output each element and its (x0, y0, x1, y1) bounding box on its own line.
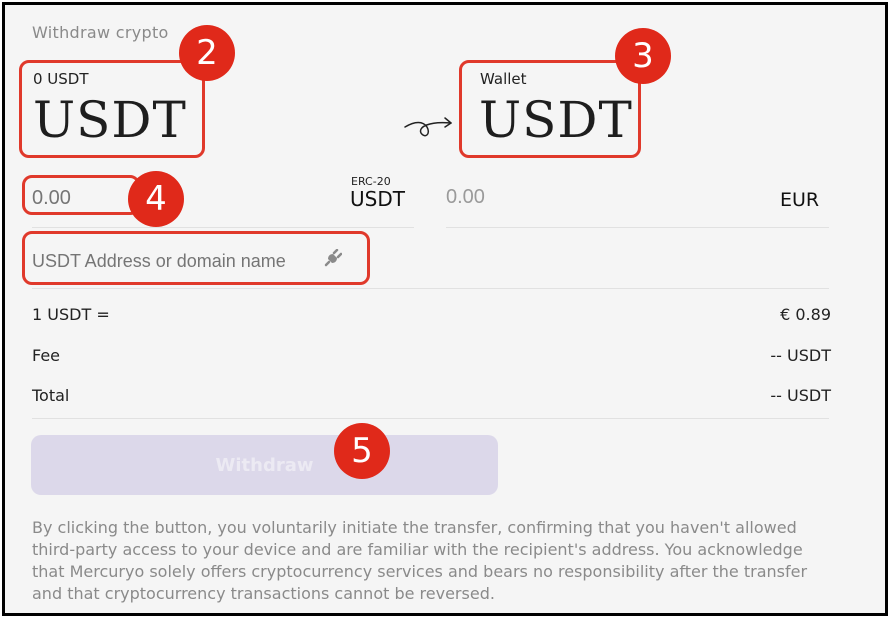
summary-divider (32, 418, 829, 419)
callout-badge-2: 2 (179, 25, 235, 81)
curved-arrow-icon (404, 117, 452, 137)
withdraw-crypto-panel: Withdraw crypto 0 USDT USDT Wallet USDT … (2, 2, 888, 616)
callout-badge-4: 4 (128, 171, 184, 227)
total-label: Total (32, 386, 70, 405)
rate-label: 1 USDT = (32, 305, 110, 324)
fiat-amount: 0.00 (446, 186, 485, 208)
highlight-to-currency (459, 60, 641, 158)
withdraw-button[interactable]: Withdraw (31, 435, 498, 495)
fiat-currency-ticker[interactable]: EUR (780, 189, 819, 211)
fee-label: Fee (32, 346, 61, 365)
highlight-from-currency (19, 60, 205, 158)
fee-value: -- USDT (770, 346, 831, 365)
callout-badge-3: 3 (615, 28, 671, 84)
page-title: Withdraw crypto (32, 23, 169, 42)
fiat-divider (446, 227, 829, 228)
rate-value: € 0.89 (780, 305, 831, 324)
callout-badge-5: 5 (334, 423, 390, 479)
highlight-amount (22, 175, 140, 215)
disclaimer-text: By clicking the button, you voluntarily … (32, 518, 808, 603)
address-divider (32, 288, 829, 289)
amount-divider (32, 227, 414, 228)
total-value: -- USDT (770, 386, 831, 405)
amount-currency-ticker[interactable]: USDT (350, 187, 405, 211)
highlight-address (22, 231, 370, 285)
